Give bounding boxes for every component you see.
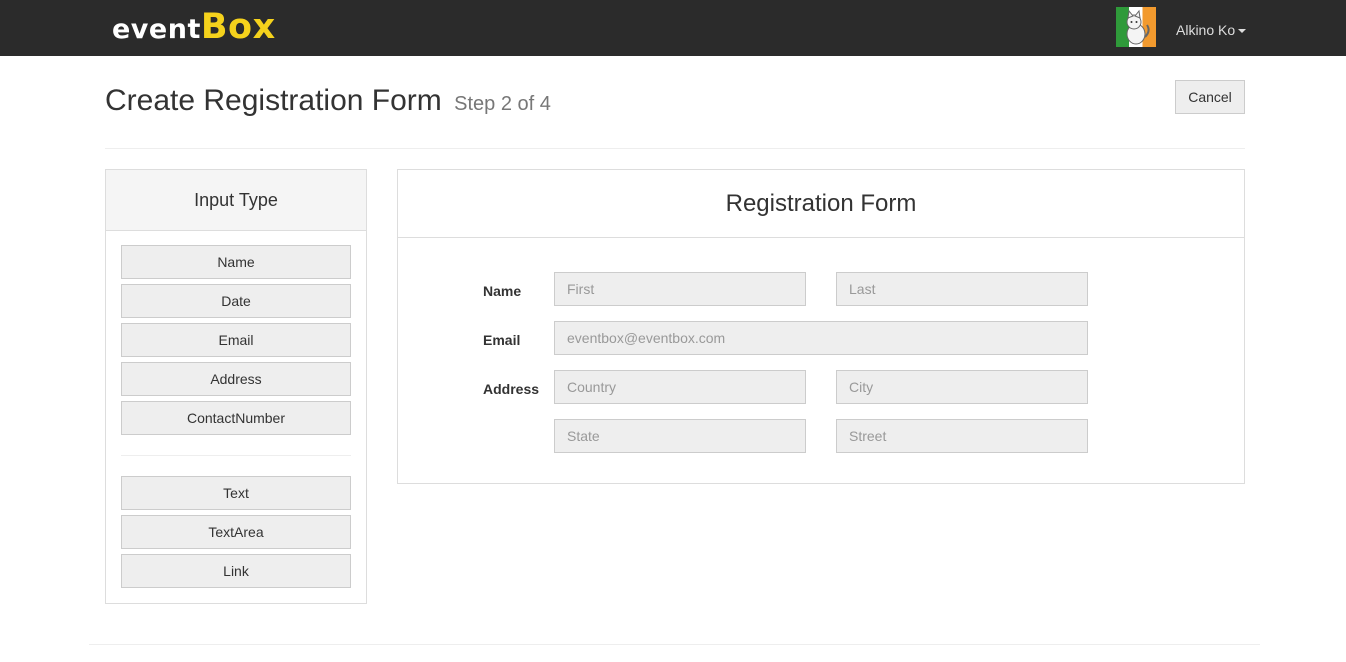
page-title-text: Create Registration Form — [105, 84, 442, 117]
country-input[interactable] — [554, 370, 806, 404]
input-type-contactnumber-button[interactable]: ContactNumber — [121, 401, 351, 435]
input-type-date-button[interactable]: Date — [121, 284, 351, 318]
address-label: Address — [483, 381, 540, 397]
user-menu-dropdown[interactable]: Alkino Ko — [1176, 21, 1247, 39]
registration-form-panel: Registration Form Name Email Address — [397, 169, 1245, 484]
state-input[interactable] — [554, 419, 806, 453]
input-type-panel: Input Type Name Date Email Address Conta… — [105, 169, 367, 604]
top-navbar: event Box Alkino Ko — [0, 0, 1346, 56]
cat-icon — [1126, 9, 1150, 45]
city-input[interactable] — [836, 370, 1088, 404]
input-type-email-button[interactable]: Email — [121, 323, 351, 357]
logo-text-box: Box — [200, 7, 276, 47]
input-type-divider — [121, 455, 351, 456]
page-title: Create Registration Form Step 2 of 4 — [105, 84, 551, 118]
email-label: Email — [483, 332, 521, 348]
street-input[interactable] — [836, 419, 1088, 453]
name-label: Name — [483, 283, 522, 299]
input-type-text-button[interactable]: Text — [121, 476, 351, 510]
input-type-panel-title: Input Type — [106, 170, 366, 231]
user-name: Alkino Ko — [1176, 22, 1236, 38]
footer-divider — [89, 644, 1260, 645]
input-type-address-button[interactable]: Address — [121, 362, 351, 396]
input-type-textarea-button[interactable]: TextArea — [121, 515, 351, 549]
first-name-input[interactable] — [554, 272, 806, 306]
cancel-button[interactable]: Cancel — [1175, 80, 1245, 114]
user-avatar[interactable] — [1116, 7, 1156, 47]
registration-form-title: Registration Form — [398, 170, 1244, 238]
step-indicator: Step 2 of 4 — [454, 93, 551, 115]
eventbox-logo[interactable]: event Box — [112, 7, 276, 49]
last-name-input[interactable] — [836, 272, 1088, 306]
email-input[interactable] — [554, 321, 1088, 355]
header-divider — [105, 148, 1245, 149]
logo-text-event: event — [112, 14, 201, 45]
input-type-link-button[interactable]: Link — [121, 554, 351, 588]
input-type-name-button[interactable]: Name — [121, 245, 351, 279]
caret-down-icon — [1238, 29, 1247, 33]
